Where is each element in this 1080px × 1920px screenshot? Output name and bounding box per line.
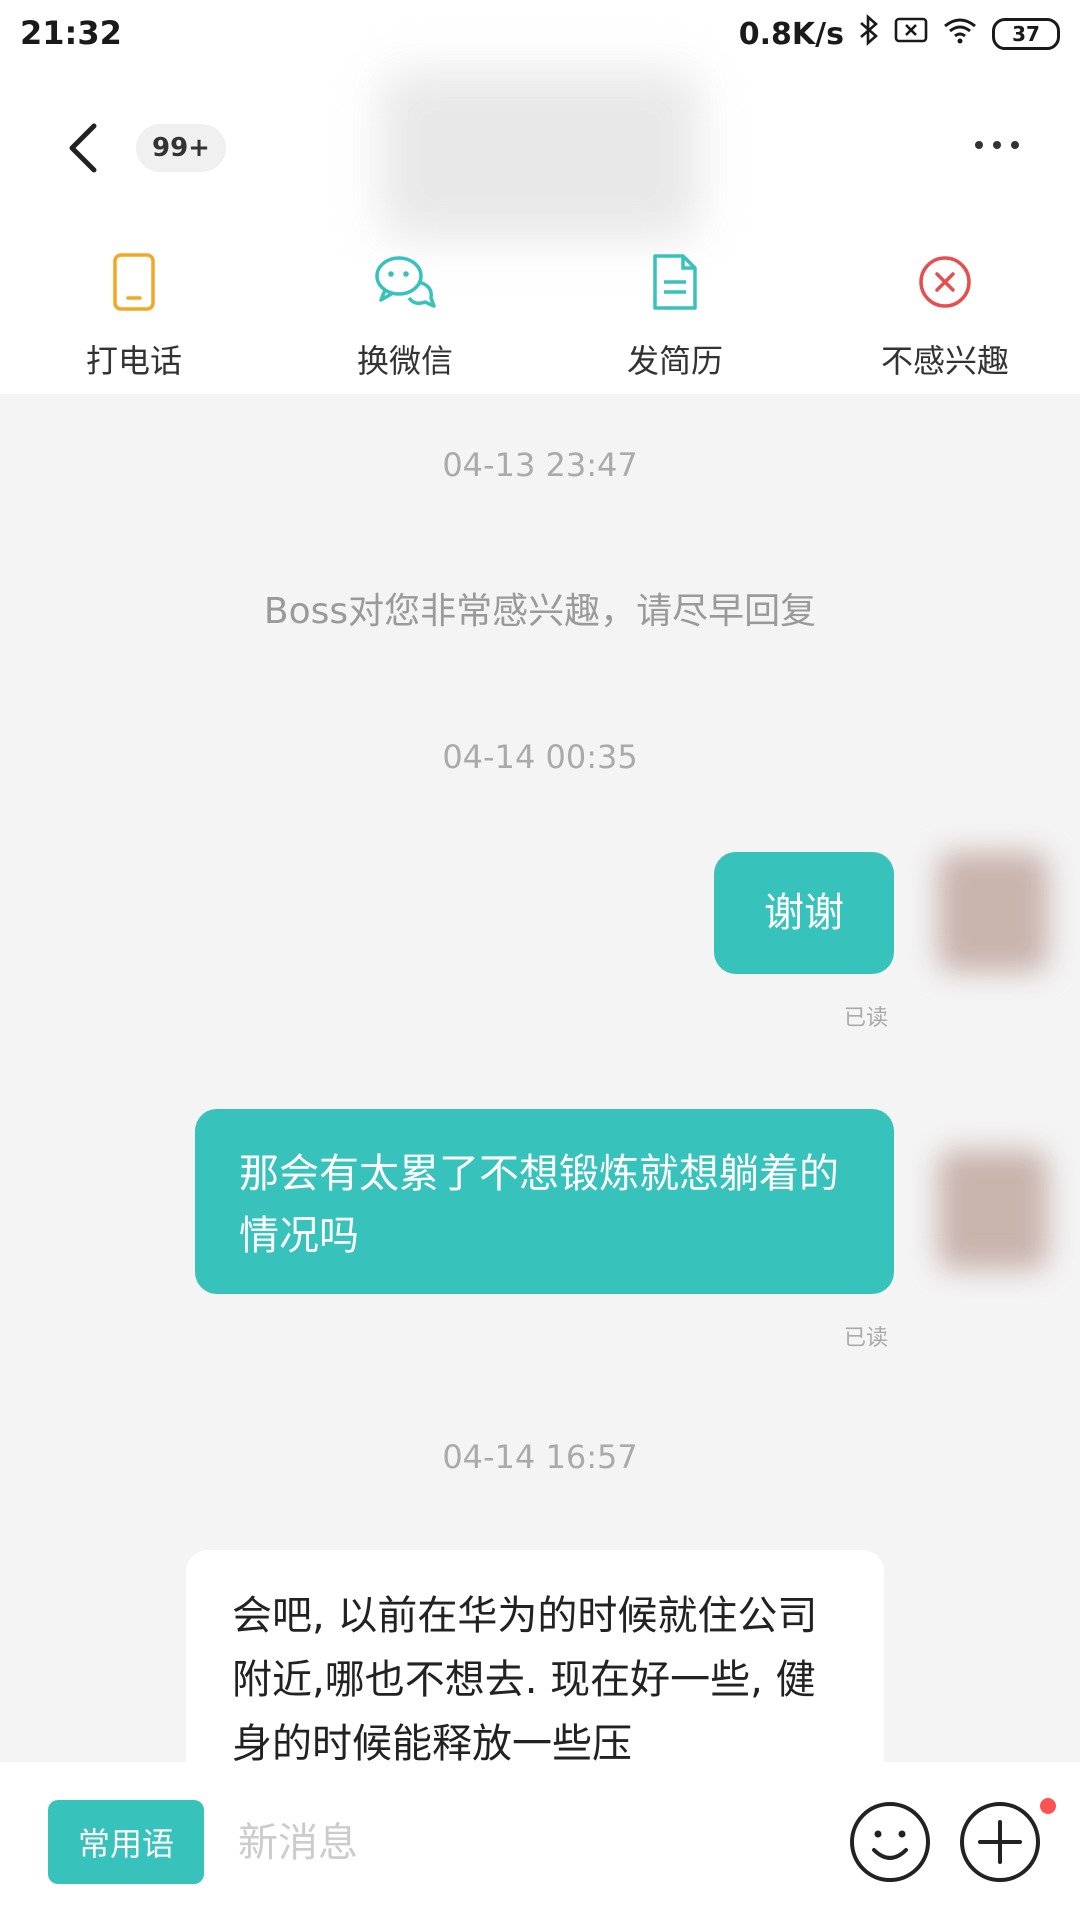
plus-icon xyxy=(960,1802,1040,1882)
my-avatar[interactable] xyxy=(938,852,1048,972)
not-interested-button[interactable]: 不感兴趣 xyxy=(845,246,1045,382)
read-status: 已读 xyxy=(844,1326,889,1351)
message-text: 谢谢 xyxy=(764,890,844,936)
my-avatar[interactable] xyxy=(938,1150,1048,1270)
common-phrases-button[interactable]: 常用语 xyxy=(48,1800,204,1884)
more-button[interactable] xyxy=(962,120,1032,170)
more-options-button[interactable] xyxy=(958,1800,1042,1884)
timestamp: 04-14 00:35 xyxy=(442,738,638,776)
battery-level: 37 xyxy=(1012,22,1040,46)
bluetooth-icon xyxy=(858,14,880,54)
send-resume-label: 发简历 xyxy=(626,342,723,380)
timestamp: 04-14 16:57 xyxy=(442,1438,638,1476)
timestamp: 04-13 23:47 xyxy=(442,446,638,484)
status-right: 0.8K/s 37 xyxy=(739,14,1060,54)
call-phone-button[interactable]: 打电话 xyxy=(34,246,234,382)
send-resume-button[interactable]: 发简历 xyxy=(575,246,775,382)
wifi-icon xyxy=(942,16,978,52)
my-message-bubble[interactable]: 谢谢 xyxy=(714,852,894,974)
smiley-icon xyxy=(850,1802,930,1882)
system-message: Boss对您非常感兴趣，请尽早回复 xyxy=(263,591,817,632)
more-dot-icon xyxy=(975,141,983,149)
message-text: 那会有太累了不想锻炼就想躺着的情况吗 xyxy=(239,1151,839,1259)
more-dot-icon xyxy=(1011,141,1019,149)
phone-icon xyxy=(98,246,170,318)
unread-badge[interactable]: 99+ xyxy=(136,124,226,172)
read-status: 已读 xyxy=(844,1006,889,1031)
back-button[interactable] xyxy=(56,118,116,178)
network-speed: 0.8K/s xyxy=(738,16,844,52)
battery-icon: 37 xyxy=(992,18,1060,50)
message-text: 会吧, 以前在华为的时候就住公司附近,哪也不想去. 现在好一些, 健身的时候能释… xyxy=(232,1593,818,1767)
message-input[interactable] xyxy=(236,1806,800,1880)
call-phone-label: 打电话 xyxy=(85,342,182,380)
notification-dot xyxy=(1040,1798,1056,1814)
chevron-left-icon xyxy=(69,123,97,173)
status-bar: 21:32 0.8K/s 37 xyxy=(0,0,1080,72)
resume-document-icon xyxy=(639,246,711,318)
more-dot-icon xyxy=(993,141,1001,149)
sim-no-signal-icon xyxy=(894,16,928,52)
my-message-bubble[interactable]: 那会有太累了不想锻炼就想躺着的情况吗 xyxy=(195,1109,894,1294)
status-time: 21:32 xyxy=(20,14,122,52)
exchange-wechat-label: 换微信 xyxy=(356,342,453,380)
not-interested-label: 不感兴趣 xyxy=(880,342,1009,380)
wechat-icon xyxy=(369,246,441,318)
emoji-button[interactable] xyxy=(848,1800,932,1884)
not-interested-icon xyxy=(909,246,981,318)
contact-info-blurred[interactable] xyxy=(380,70,700,240)
exchange-wechat-button[interactable]: 换微信 xyxy=(305,246,505,382)
